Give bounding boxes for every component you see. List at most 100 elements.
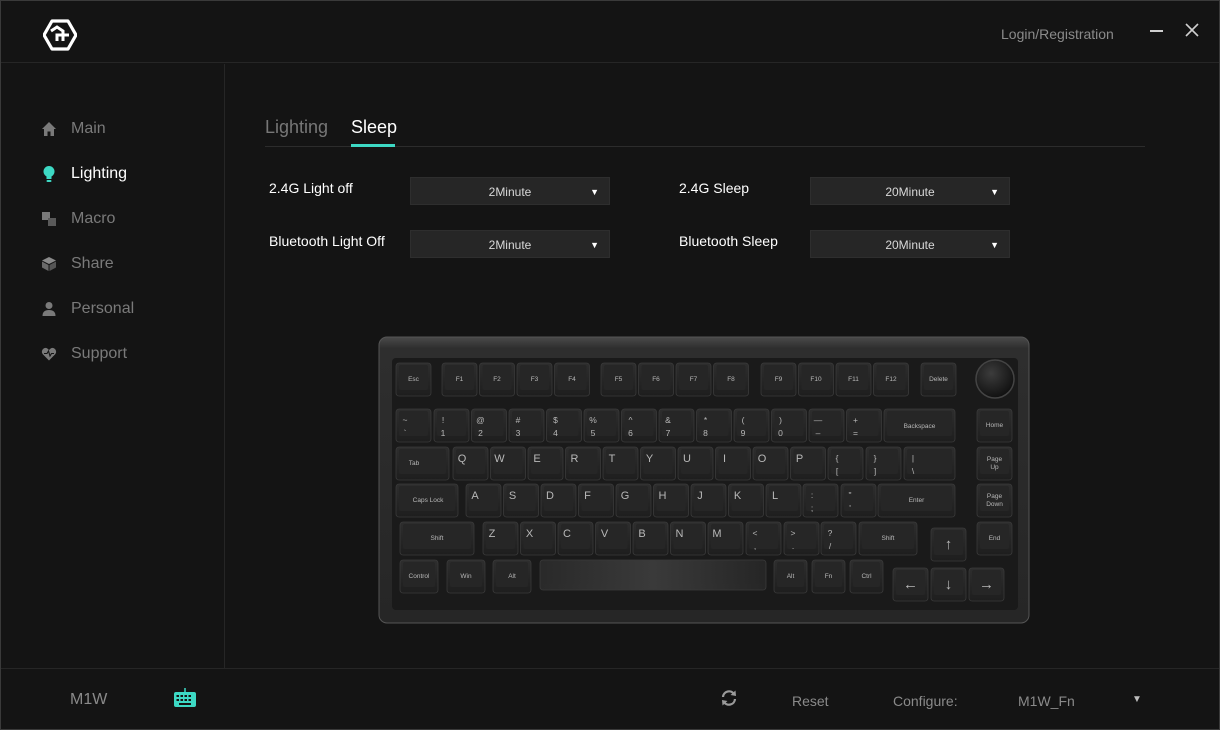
- key-f8[interactable]: F8: [713, 362, 749, 397]
- key-a[interactable]: A: [465, 483, 502, 518]
- tab-lighting[interactable]: Lighting: [265, 117, 328, 138]
- reset-button[interactable]: Reset: [792, 693, 829, 709]
- key-ralt[interactable]: Alt: [773, 559, 808, 594]
- key-semicolon[interactable]: :;: [802, 483, 839, 518]
- key-v[interactable]: V: [595, 521, 631, 556]
- key-f3[interactable]: F3: [516, 362, 553, 397]
- key-space[interactable]: [539, 559, 767, 591]
- key-end[interactable]: End: [976, 521, 1013, 556]
- key-enter[interactable]: Enter: [877, 483, 956, 518]
- key-win[interactable]: Win: [446, 559, 486, 594]
- key-backspace[interactable]: Backspace: [883, 408, 956, 443]
- key-f12[interactable]: F12: [873, 362, 909, 397]
- key-c[interactable]: C: [557, 521, 594, 556]
- key-slash[interactable]: ?/: [820, 521, 857, 556]
- key-i[interactable]: I: [715, 446, 751, 481]
- key-n0[interactable]: )0: [771, 408, 807, 443]
- light-off-24g-select[interactable]: 2Minute ▼: [410, 177, 610, 205]
- configure-caret-icon[interactable]: ▼: [1132, 694, 1142, 705]
- key-f1[interactable]: F1: [441, 362, 478, 397]
- key-u[interactable]: U: [677, 446, 714, 481]
- sidebar-item-macro[interactable]: Macro: [41, 207, 115, 231]
- light-off-bt-select[interactable]: 2Minute ▼: [410, 230, 610, 258]
- key-f4[interactable]: F4: [554, 362, 590, 397]
- key-lbracket[interactable]: {[: [827, 446, 864, 481]
- key-h[interactable]: H: [653, 483, 689, 518]
- key-down[interactable]: ↓: [930, 567, 967, 602]
- key-fn[interactable]: Fn: [811, 559, 846, 594]
- key-rbracket[interactable]: }]: [865, 446, 902, 481]
- key-q[interactable]: Q: [452, 446, 489, 481]
- key-k[interactable]: K: [728, 483, 764, 518]
- key-n1[interactable]: !1: [433, 408, 470, 443]
- key-page_up[interactable]: PageUp: [976, 446, 1013, 481]
- key-quote[interactable]: "': [840, 483, 877, 518]
- key-rshift[interactable]: Shift: [858, 521, 918, 556]
- sidebar-item-lighting[interactable]: Lighting: [41, 162, 127, 186]
- key-home[interactable]: Home: [976, 408, 1013, 443]
- key-r[interactable]: R: [565, 446, 601, 481]
- key-period[interactable]: >.: [783, 521, 820, 556]
- key-lshift[interactable]: Shift: [399, 521, 475, 556]
- key-f2[interactable]: F2: [479, 362, 515, 397]
- key-n8[interactable]: *8: [696, 408, 732, 443]
- key-n2[interactable]: @2: [471, 408, 507, 443]
- key-n5[interactable]: %5: [583, 408, 620, 443]
- key-f7[interactable]: F7: [675, 362, 712, 397]
- key-b[interactable]: B: [632, 521, 669, 556]
- key-rctrl[interactable]: Ctrl: [849, 559, 884, 594]
- key-g[interactable]: G: [615, 483, 652, 518]
- key-n3[interactable]: #3: [508, 408, 545, 443]
- volume-knob[interactable]: [975, 359, 1015, 399]
- key-n4[interactable]: $4: [546, 408, 582, 443]
- key-f11[interactable]: F11: [835, 362, 872, 397]
- key-m[interactable]: M: [707, 521, 744, 556]
- key-n[interactable]: N: [670, 521, 706, 556]
- key-plus[interactable]: +=: [846, 408, 882, 443]
- key-caps[interactable]: Caps Lock: [395, 483, 459, 518]
- keyboard-device-icon[interactable]: [173, 687, 197, 711]
- key-esc[interactable]: Esc: [395, 362, 432, 397]
- sleep-24g-select[interactable]: 20Minute ▼: [810, 177, 1010, 205]
- key-f5[interactable]: F5: [600, 362, 637, 397]
- sidebar-item-personal[interactable]: Personal: [41, 297, 134, 321]
- key-n9[interactable]: (9: [733, 408, 770, 443]
- key-j[interactable]: J: [690, 483, 727, 518]
- tab-sleep[interactable]: Sleep: [351, 117, 397, 138]
- key-n7[interactable]: &7: [658, 408, 695, 443]
- key-left[interactable]: ←: [892, 567, 929, 602]
- key-o[interactable]: O: [752, 446, 789, 481]
- sidebar-item-support[interactable]: Support: [41, 342, 127, 366]
- close-icon[interactable]: [1183, 21, 1201, 39]
- key-f10[interactable]: F10: [798, 362, 834, 397]
- key-alt[interactable]: Alt: [492, 559, 532, 594]
- key-l[interactable]: L: [765, 483, 802, 518]
- key-ctrl[interactable]: Control: [399, 559, 439, 594]
- key-tilde[interactable]: ~`: [395, 408, 432, 443]
- key-f6[interactable]: F6: [638, 362, 674, 397]
- key-f[interactable]: F: [578, 483, 614, 518]
- key-p[interactable]: P: [790, 446, 826, 481]
- configure-select[interactable]: M1W_Fn: [1018, 693, 1075, 709]
- sidebar-item-main[interactable]: Main: [41, 117, 106, 141]
- key-comma[interactable]: <,: [745, 521, 782, 556]
- key-f9[interactable]: F9: [760, 362, 797, 397]
- sidebar-item-share[interactable]: Share: [41, 252, 114, 276]
- key-n6[interactable]: ^6: [621, 408, 657, 443]
- key-y[interactable]: Y: [640, 446, 676, 481]
- key-e[interactable]: E: [527, 446, 564, 481]
- refresh-icon[interactable]: [720, 689, 738, 707]
- sleep-bt-select[interactable]: 20Minute ▼: [810, 230, 1010, 258]
- login-registration-link[interactable]: Login/Registration: [1001, 26, 1114, 42]
- key-s[interactable]: S: [503, 483, 539, 518]
- key-up[interactable]: ↑: [930, 527, 967, 562]
- key-tab[interactable]: Tab: [395, 446, 450, 481]
- key-right[interactable]: →: [968, 567, 1005, 602]
- key-t[interactable]: T: [602, 446, 639, 481]
- minimize-icon[interactable]: [1149, 23, 1165, 39]
- key-backslash[interactable]: |\: [903, 446, 956, 481]
- key-d[interactable]: D: [540, 483, 577, 518]
- key-x[interactable]: X: [520, 521, 556, 556]
- key-z[interactable]: Z: [482, 521, 519, 556]
- key-page_down[interactable]: PageDown: [976, 483, 1013, 518]
